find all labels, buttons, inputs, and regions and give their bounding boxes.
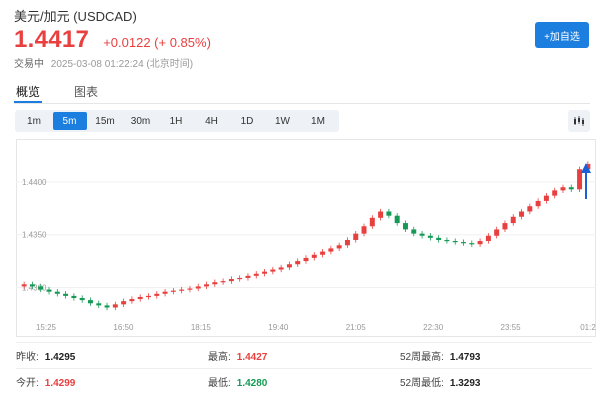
- period-selector: 1m 5m 15m 30m 1H 4H 1D 1W 1M: [15, 110, 339, 132]
- stats-row: 今开: 1.4299 最低: 1.4280 52周最低: 1.3293: [16, 368, 592, 394]
- trading-status: 交易中 2025-03-08 01:22:24 (北京时间): [14, 55, 193, 70]
- candle: [577, 166, 583, 192]
- status-timestamp: 2025-03-08 01:22:24 (北京时间): [50, 59, 194, 70]
- stat-high: 最高: 1.4427: [208, 352, 268, 363]
- x-tick-label: 18:15: [191, 323, 212, 332]
- period-15m[interactable]: 15m: [88, 112, 122, 130]
- current-price: 1.4417: [14, 26, 90, 53]
- period-1w[interactable]: 1W: [266, 112, 300, 130]
- candlestick-settings-icon[interactable]: [568, 110, 590, 132]
- period-30m[interactable]: 30m: [124, 112, 158, 130]
- y-tick-label: 1.4350: [22, 231, 47, 240]
- tab-chart[interactable]: 图表: [72, 82, 100, 103]
- chart-frame: [16, 139, 596, 337]
- price-row: 1.4417 +0.0122 (+ 0.85%): [14, 26, 211, 54]
- x-tick-label: 16:50: [113, 323, 134, 332]
- period-1d[interactable]: 1D: [230, 112, 264, 130]
- stat-low: 最低: 1.4280: [208, 378, 268, 389]
- view-tabs: 概览 图表: [14, 82, 590, 104]
- period-1mo[interactable]: 1M: [301, 112, 335, 130]
- candlestick-chart: 1.44001.43501.4300 15:25 16:50 18:15 19:40 2…: [16, 139, 596, 337]
- x-tick-label: 01:2: [580, 323, 596, 332]
- status-text: 交易中: [14, 59, 44, 70]
- x-tick-label: 15:25: [36, 323, 57, 332]
- price-change: +0.0122 (+ 0.85%): [103, 35, 211, 50]
- x-tick-label: 21:05: [346, 323, 367, 332]
- stat-prev-close: 昨收: 1.4295: [16, 352, 76, 363]
- period-4h[interactable]: 4H: [195, 112, 229, 130]
- period-1m[interactable]: 1m: [17, 112, 51, 130]
- period-1h[interactable]: 1H: [159, 112, 193, 130]
- period-5m[interactable]: 5m: [52, 112, 87, 130]
- stat-52w-high: 52周最高: 1.4793: [400, 352, 481, 363]
- y-tick-label: 1.4400: [22, 178, 47, 187]
- x-tick-label: 22:30: [423, 323, 444, 332]
- quote-stats: 昨收: 1.4295 最高: 1.4427 52周最高: 1.4793 今开: 1.42…: [16, 342, 592, 394]
- add-watchlist-button[interactable]: +加自选: [535, 22, 589, 48]
- stat-open: 今开: 1.4299: [16, 378, 76, 389]
- instrument-title: 美元/加元 (USDCAD): [14, 9, 137, 24]
- stats-row: 昨收: 1.4295 最高: 1.4427 52周最高: 1.4793: [16, 342, 592, 368]
- stat-52w-low: 52周最低: 1.3293: [400, 378, 481, 389]
- tab-overview[interactable]: 概览: [14, 82, 43, 103]
- x-tick-label: 23:55: [501, 323, 522, 332]
- x-tick-label: 19:40: [268, 323, 289, 332]
- price-chart[interactable]: 1.4400 1.4350 1.4300 15:25 16:50 18:15 19:40 2…: [16, 139, 596, 337]
